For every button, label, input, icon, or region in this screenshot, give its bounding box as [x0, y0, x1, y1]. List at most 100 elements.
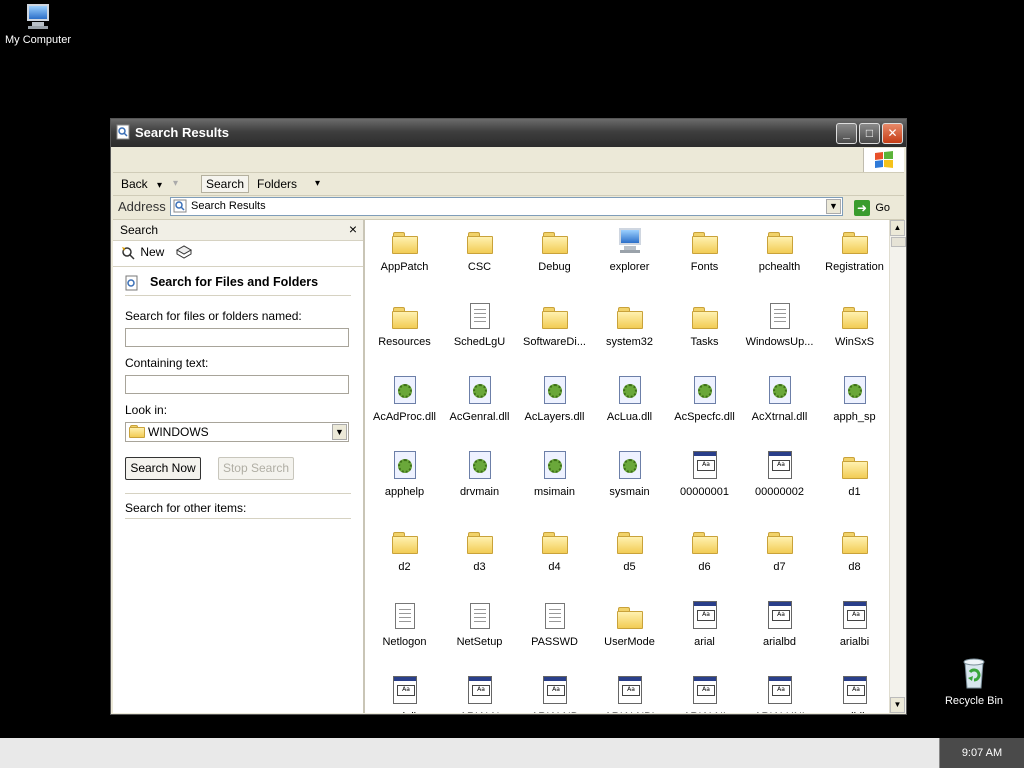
result-item[interactable]: Aa arial [667, 599, 742, 674]
look-in-dropdown-icon[interactable]: ▼ [332, 424, 347, 440]
result-item-label: Resources [378, 336, 431, 348]
address-dropdown-icon[interactable]: ▼ [826, 199, 841, 214]
scroll-thumb[interactable] [891, 237, 906, 247]
result-item[interactable]: Aa ARIALNI [667, 674, 742, 713]
search-toggle-button[interactable]: Search [201, 175, 250, 193]
search-pane-close-icon[interactable]: × [349, 221, 357, 237]
result-item[interactable]: Aa 00000001 [667, 449, 742, 524]
result-item[interactable]: AcGenral.dll [442, 374, 517, 449]
result-item[interactable]: Aa 00000002 [742, 449, 817, 524]
result-item[interactable]: Aa arialbd [742, 599, 817, 674]
result-item[interactable]: AppPatch [367, 224, 442, 299]
result-item-label: Fonts [690, 261, 719, 273]
file-name-input[interactable] [125, 328, 349, 347]
dll-icon [765, 376, 795, 408]
views-dropdown-icon[interactable]: ▾ [311, 175, 324, 193]
go-button[interactable]: ➜ Go [854, 198, 890, 216]
address-input[interactable]: Search Results ▼ [170, 197, 843, 216]
result-item[interactable]: NetSetup [442, 599, 517, 674]
result-item[interactable]: AcSpecfc.dll [667, 374, 742, 449]
result-item-label: pchealth [758, 261, 801, 273]
dll-icon [540, 451, 570, 483]
result-item[interactable]: d3 [442, 524, 517, 599]
desktop-icon-recycle-bin[interactable]: Recycle Bin [934, 656, 1014, 707]
desktop-icon-my-computer[interactable]: My Computer [0, 2, 78, 46]
result-item[interactable]: Aa ARIALNB [517, 674, 592, 713]
result-item-label: WinSxS [834, 336, 875, 348]
result-item[interactable]: Aa arialbi [817, 599, 892, 674]
result-item[interactable]: pchealth [742, 224, 817, 299]
result-item[interactable]: d6 [667, 524, 742, 599]
result-item[interactable]: Aa ariali [367, 674, 442, 713]
result-item[interactable]: Aa ARIALNBI [592, 674, 667, 713]
result-item[interactable]: d7 [742, 524, 817, 599]
close-button[interactable]: ✕ [882, 123, 903, 144]
result-item[interactable]: d4 [517, 524, 592, 599]
result-item[interactable]: PASSWD [517, 599, 592, 674]
result-item[interactable]: WindowsUp... [742, 299, 817, 374]
result-item[interactable]: msimain [517, 449, 592, 524]
dll-icon [615, 376, 645, 408]
result-item[interactable]: AcXtrnal.dll [742, 374, 817, 449]
search-folder-icon [116, 124, 130, 140]
maximize-button[interactable]: □ [859, 123, 880, 144]
result-item[interactable]: system32 [592, 299, 667, 374]
search-now-button[interactable]: Search Now [125, 457, 201, 480]
result-item[interactable]: Aa ariblk [817, 674, 892, 713]
result-item[interactable]: AcLayers.dll [517, 374, 592, 449]
font-icon: Aa [540, 676, 570, 708]
font-icon: Aa [690, 451, 720, 483]
result-item[interactable]: sysmain [592, 449, 667, 524]
font-icon: Aa [840, 601, 870, 633]
containing-text-input[interactable] [125, 375, 349, 394]
folders-toggle-button[interactable]: Folders [253, 175, 301, 193]
result-item[interactable]: AcLua.dll [592, 374, 667, 449]
back-button[interactable]: Back ▾ [117, 175, 166, 193]
result-item[interactable]: WinSxS [817, 299, 892, 374]
clock[interactable]: 9:07 AM [962, 747, 1002, 759]
dll-icon [465, 376, 495, 408]
back-dropdown-icon[interactable]: ▾ [157, 180, 162, 191]
result-item-label: WindowsUp... [745, 336, 814, 348]
result-item[interactable]: SoftwareDi... [517, 299, 592, 374]
system-tray: 9:07 AM [939, 738, 1024, 768]
windows-logo [863, 148, 904, 172]
result-item[interactable]: Resources [367, 299, 442, 374]
folder-icon [465, 226, 495, 258]
result-item[interactable]: SchedLgU [442, 299, 517, 374]
result-item[interactable]: explorer [592, 224, 667, 299]
result-item[interactable]: Aa ARIALUNI [742, 674, 817, 713]
result-item[interactable]: d5 [592, 524, 667, 599]
look-in-select[interactable]: WINDOWS ▼ [125, 422, 349, 442]
dll-icon [690, 376, 720, 408]
search-pane: Search × New Search for Files and Folder… [113, 220, 365, 713]
font-icon: Aa [690, 676, 720, 708]
divider [125, 518, 351, 519]
result-item[interactable]: Registration [817, 224, 892, 299]
forward-dropdown-icon[interactable]: ▾ [169, 175, 182, 193]
stop-search-button[interactable]: Stop Search [218, 457, 294, 480]
vertical-scrollbar[interactable]: ▲ ▼ [889, 220, 906, 713]
result-item[interactable]: apph_sp [817, 374, 892, 449]
result-item[interactable]: AcAdProc.dll [367, 374, 442, 449]
result-item[interactable]: d1 [817, 449, 892, 524]
new-search-button[interactable]: New [121, 245, 164, 260]
result-item[interactable]: d8 [817, 524, 892, 599]
title-bar[interactable]: Search Results _ □ ✕ [111, 119, 906, 147]
minimize-button[interactable]: _ [836, 123, 857, 144]
result-item[interactable]: CSC [442, 224, 517, 299]
scroll-up-button[interactable]: ▲ [890, 220, 905, 236]
result-item[interactable]: Debug [517, 224, 592, 299]
result-item-label: d2 [398, 561, 411, 573]
result-item[interactable]: Aa ARIALN [442, 674, 517, 713]
result-item[interactable]: drvmain [442, 449, 517, 524]
result-item[interactable]: Fonts [667, 224, 742, 299]
result-item[interactable]: Tasks [667, 299, 742, 374]
search-companion-button[interactable] [175, 243, 193, 264]
scroll-down-button[interactable]: ▼ [890, 697, 905, 713]
result-item[interactable]: UserMode [592, 599, 667, 674]
address-bar: Address Search Results ▼ ➜ Go [113, 196, 904, 220]
result-item[interactable]: apphelp [367, 449, 442, 524]
result-item[interactable]: d2 [367, 524, 442, 599]
result-item[interactable]: Netlogon [367, 599, 442, 674]
